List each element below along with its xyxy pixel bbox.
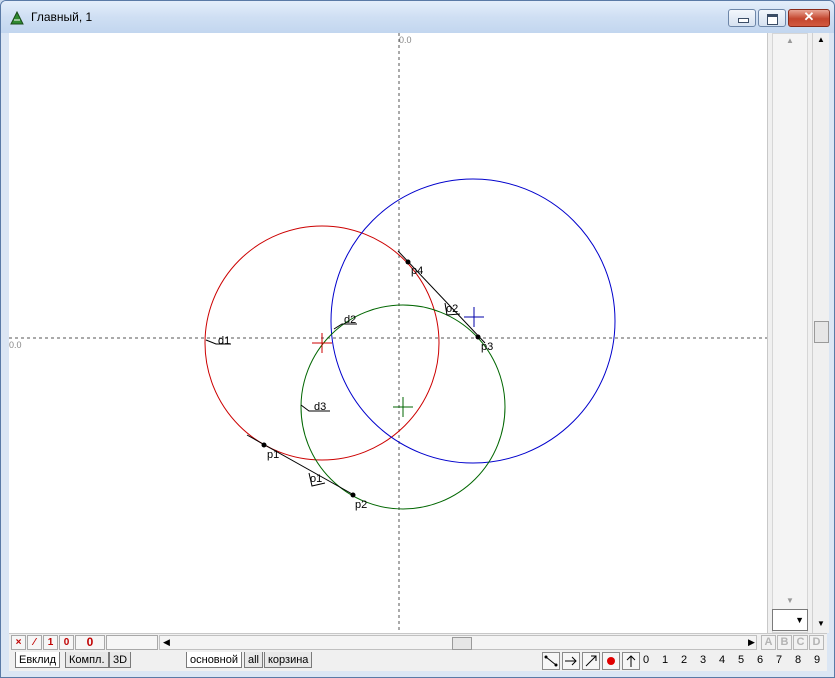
label-p3: p3 bbox=[481, 341, 493, 353]
red-point-icon bbox=[607, 657, 615, 665]
mode-zero-button[interactable]: 0 bbox=[59, 635, 74, 650]
tab-kompl[interactable]: Компл. bbox=[65, 652, 109, 668]
letter-button-b[interactable]: B bbox=[777, 635, 792, 650]
y-axis-label: 0.0 bbox=[399, 35, 412, 45]
geometry-drawing[interactable]: 0.0 0.0 p1 p2 p3 p4 d1 d2 d3 o1 o2 bbox=[9, 33, 767, 633]
vscroll-down-icon[interactable]: ▼ bbox=[813, 619, 829, 628]
letter-button-c[interactable]: C bbox=[793, 635, 808, 650]
geometry-app-icon bbox=[10, 10, 24, 25]
close-icon: ✕ bbox=[803, 9, 815, 24]
digit-0[interactable]: 0 bbox=[639, 654, 653, 666]
blue-circle[interactable] bbox=[330, 178, 616, 464]
vscroll-up-icon[interactable]: ▲ bbox=[813, 35, 829, 44]
hscroll-left-icon[interactable]: ◀ bbox=[163, 636, 170, 649]
green-center-marker[interactable] bbox=[393, 397, 413, 417]
counter-display: 0 bbox=[75, 635, 105, 650]
hscroll-thumb[interactable] bbox=[452, 637, 472, 650]
status-row: × ⁄ 1 0 0 ◀ ▶ A B C D bbox=[9, 633, 827, 652]
tab-all[interactable]: all bbox=[244, 652, 264, 668]
point-tool-button[interactable] bbox=[602, 652, 620, 670]
maximize-icon bbox=[767, 14, 778, 25]
vscroll-thumb[interactable] bbox=[814, 321, 829, 343]
label-o1: o1 bbox=[310, 473, 322, 485]
x-axis-label: 0.0 bbox=[9, 340, 22, 350]
right-panel: ▲ ▼ ▼ ▲ ▼ bbox=[767, 33, 829, 633]
window-title: Главный, 1 bbox=[31, 10, 93, 24]
segment-tool-icon bbox=[544, 655, 558, 667]
layer-scrollbar[interactable] bbox=[772, 33, 808, 633]
tab-row: Евклид Компл. 3D основной all корзина 0 … bbox=[9, 651, 827, 671]
minimize-icon bbox=[738, 18, 749, 23]
digit-7[interactable]: 7 bbox=[772, 654, 786, 666]
tab-evklid[interactable]: Евклид bbox=[15, 652, 61, 668]
minimize-button[interactable] bbox=[728, 9, 756, 27]
tab-3d[interactable]: 3D bbox=[109, 652, 132, 668]
scroll-up-icon[interactable]: ▲ bbox=[772, 35, 808, 47]
mode-one-button[interactable]: 1 bbox=[43, 635, 58, 650]
point-p4[interactable] bbox=[405, 259, 411, 265]
letter-button-a[interactable]: A bbox=[761, 635, 776, 650]
vector-tool-button[interactable] bbox=[582, 652, 600, 670]
digit-3[interactable]: 3 bbox=[696, 654, 710, 666]
digit-6[interactable]: 6 bbox=[753, 654, 767, 666]
arrow-right-icon bbox=[565, 656, 577, 666]
status-field bbox=[106, 635, 158, 650]
label-d2: d2 bbox=[344, 314, 356, 326]
arrow-up-icon bbox=[626, 655, 636, 667]
tab-korzina[interactable]: корзина bbox=[264, 652, 313, 668]
maximize-button[interactable] bbox=[758, 9, 786, 27]
label-p2: p2 bbox=[355, 499, 367, 511]
point-p3[interactable] bbox=[475, 334, 481, 340]
digit-2[interactable]: 2 bbox=[677, 654, 691, 666]
point-p2[interactable] bbox=[350, 492, 356, 498]
label-o2: o2 bbox=[446, 303, 458, 315]
point-p1[interactable] bbox=[261, 442, 267, 448]
horizontal-scrollbar[interactable]: ◀ ▶ bbox=[159, 635, 757, 650]
letter-button-d[interactable]: D bbox=[809, 635, 824, 650]
digit-4[interactable]: 4 bbox=[715, 654, 729, 666]
vector-tool-icon bbox=[585, 655, 597, 667]
digit-1[interactable]: 1 bbox=[658, 654, 672, 666]
label-p4: p4 bbox=[411, 265, 423, 277]
delete-button[interactable]: × bbox=[11, 635, 26, 650]
up-tool-button[interactable] bbox=[622, 652, 640, 670]
line-mode-button[interactable]: ⁄ bbox=[27, 635, 42, 650]
layer-dropdown[interactable]: ▼ bbox=[772, 609, 808, 631]
segment-tool-button[interactable] bbox=[542, 652, 560, 670]
digit-9[interactable]: 9 bbox=[810, 654, 824, 666]
label-p1: p1 bbox=[267, 449, 279, 461]
hscroll-right-icon[interactable]: ▶ bbox=[748, 636, 755, 649]
arrow-tool-button[interactable] bbox=[562, 652, 580, 670]
vertical-scrollbar[interactable]: ▲ ▼ bbox=[812, 33, 829, 633]
scroll-down-icon[interactable]: ▼ bbox=[772, 595, 808, 607]
close-button[interactable]: ✕ bbox=[788, 9, 830, 27]
label-d3: d3 bbox=[314, 401, 326, 413]
title-bar[interactable]: Главный, 1 ✕ bbox=[1, 1, 834, 33]
label-d1: d1 bbox=[218, 335, 230, 347]
main-window: Главный, 1 ✕ 0.0 0.0 p1 p2 p3 p4 d1 d2 d… bbox=[0, 0, 835, 678]
digit-5[interactable]: 5 bbox=[734, 654, 748, 666]
digit-8[interactable]: 8 bbox=[791, 654, 805, 666]
red-center-marker[interactable] bbox=[312, 333, 332, 353]
drawing-canvas[interactable]: 0.0 0.0 p1 p2 p3 p4 d1 d2 d3 o1 o2 bbox=[9, 33, 767, 633]
tab-osnovnoy[interactable]: основной bbox=[186, 652, 242, 668]
